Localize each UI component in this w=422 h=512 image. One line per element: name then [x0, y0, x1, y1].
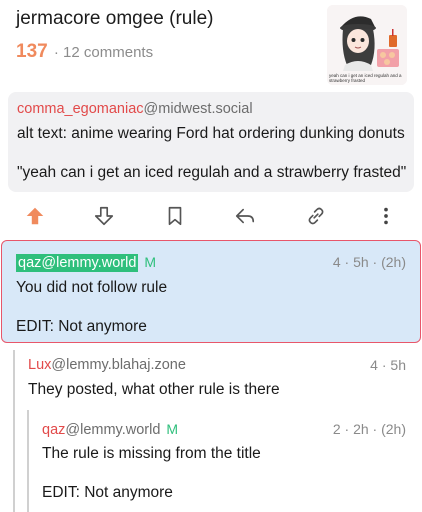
comment-time: 5h	[390, 357, 406, 373]
thread-line-level2[interactable]	[27, 410, 29, 512]
comment-instance[interactable]: @lemmy.world	[65, 422, 160, 438]
comment-edited: (2h)	[381, 421, 406, 437]
comment-edited: (2h)	[381, 254, 406, 270]
more-button[interactable]	[372, 202, 400, 230]
comment-author[interactable]: qaz@lemmy.world M	[16, 254, 157, 272]
post-header: jermacore omgee (rule) 137 · 12 comments	[0, 0, 422, 88]
comment-username[interactable]: Lux	[28, 357, 51, 373]
upvote-button[interactable]	[21, 202, 49, 230]
comment-count[interactable]: 12 comments	[63, 44, 153, 61]
comment-score: 4	[332, 254, 341, 270]
link-icon	[308, 207, 324, 225]
comment-instance[interactable]: @lemmy.blahaj.zone	[51, 357, 186, 373]
meta-separator: ·	[53, 44, 59, 61]
post-action-bar	[0, 198, 422, 234]
post-meta: 137 · 12 comments	[16, 41, 153, 63]
reply-button[interactable]	[231, 202, 259, 230]
comment-time: 2h	[353, 421, 369, 437]
reply-icon	[235, 208, 255, 224]
link-button[interactable]	[302, 202, 330, 230]
downvote-button[interactable]	[90, 202, 118, 230]
moderator-badge: M	[166, 421, 179, 437]
comment-body-line1: They posted, what other rule is there	[28, 381, 280, 398]
comment-author[interactable]: qaz@lemmy.world M	[42, 421, 178, 438]
alt-text-comment: comma_egomaniac@midwest.social alt text:…	[8, 92, 414, 192]
more-vertical-icon	[384, 207, 388, 225]
comment-score: 2	[332, 421, 341, 437]
alt-comment-line1: alt text: anime wearing Ford hat orderin…	[17, 125, 405, 142]
comment-body-line2: EDIT: Not anymore	[42, 484, 173, 501]
comment-meta: 2 · 2h · (2h)	[332, 421, 406, 437]
comment-author[interactable]: Lux@lemmy.blahaj.zone	[28, 357, 186, 373]
moderator-badge: M	[144, 254, 157, 270]
arrow-down-icon	[94, 206, 114, 226]
comment-meta: 4 · 5h · (2h)	[332, 254, 406, 270]
comment-username[interactable]: qaz	[18, 255, 41, 271]
post-thumbnail[interactable]: yeah can i get an iced regulah and a str…	[327, 5, 407, 85]
bookmark-icon	[168, 206, 182, 226]
save-button[interactable]	[161, 202, 189, 230]
alt-comment-line2: "yeah can i get an iced regulah and a st…	[17, 164, 407, 181]
alt-comment-author[interactable]: comma_egomaniac@midwest.social	[17, 101, 253, 117]
comment-username[interactable]: qaz	[42, 422, 65, 438]
post-score: 137	[16, 41, 48, 62]
comment-time: 5h	[353, 254, 369, 270]
post-title[interactable]: jermacore omgee (rule)	[16, 8, 213, 30]
comment-body-line1: The rule is missing from the title	[42, 445, 261, 462]
comment-highlighted[interactable]: qaz@lemmy.world M 4 · 5h · (2h) You did n…	[1, 240, 421, 343]
arrow-up-icon	[26, 207, 44, 225]
comment-body-line1: You did not follow rule	[16, 279, 168, 296]
comment-meta: 4 · 5h	[370, 357, 406, 373]
comment-score: 4	[370, 357, 378, 373]
comment-author-tag[interactable]: qaz@lemmy.world	[16, 254, 139, 272]
comment-body-line2: EDIT: Not anymore	[16, 318, 147, 335]
alt-comment-username[interactable]: comma_egomaniac	[17, 101, 144, 117]
thread-line-level1[interactable]	[13, 350, 15, 512]
thumbnail-caption: yeah can i get an iced regulah and a str…	[329, 73, 402, 83]
alt-comment-instance[interactable]: @midwest.social	[144, 101, 253, 117]
comment-instance[interactable]: @lemmy.world	[41, 255, 136, 271]
